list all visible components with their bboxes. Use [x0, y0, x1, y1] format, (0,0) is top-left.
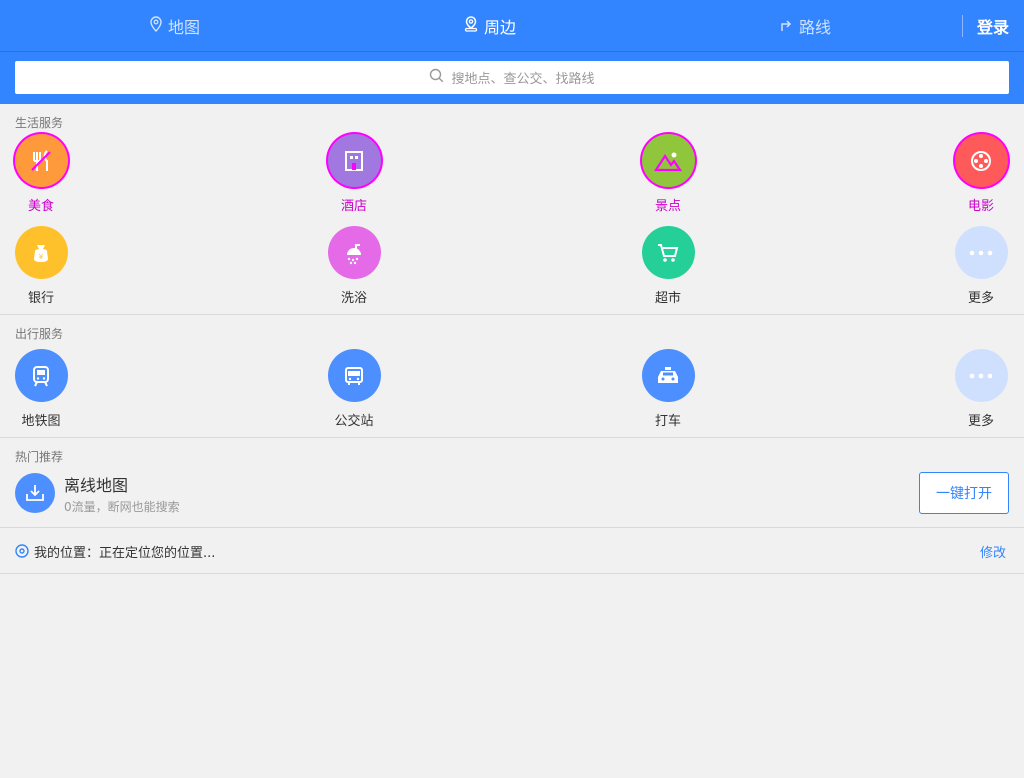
- service-shower-label: 洗浴: [340, 291, 367, 306]
- service-supermarket[interactable]: 超市: [628, 226, 708, 306]
- travel-subway[interactable]: 地铁图: [1, 349, 81, 429]
- tab-route-label: 路线: [798, 18, 831, 37]
- service-bank-label: 银行: [27, 291, 54, 306]
- bus-icon: [327, 349, 381, 402]
- edit-location-link[interactable]: 修改: [980, 542, 1006, 561]
- my-location-icon: [15, 543, 29, 562]
- route-arrow-icon: [779, 16, 799, 36]
- service-bank[interactable]: ¥ 银行: [1, 226, 81, 306]
- my-location-status: 正在定位您的位置...: [99, 546, 216, 561]
- service-hotel[interactable]: 酒店: [314, 134, 394, 214]
- location-pin-icon: [150, 16, 168, 36]
- service-movie-label: 电影: [967, 199, 994, 214]
- travel-subway-label: 地铁图: [21, 414, 61, 429]
- top-header: 地图 周边 路线 登录 搜地点、查公交、找路线: [0, 0, 1024, 104]
- tab-map[interactable]: 地图: [100, 0, 250, 52]
- open-offline-map-button[interactable]: 一键打开: [919, 472, 1009, 514]
- hot-title: 热门推荐: [15, 450, 64, 464]
- nearby-pin-icon: [464, 16, 484, 36]
- header-divider: [962, 15, 963, 37]
- section-divider: [0, 527, 1024, 528]
- tab-around[interactable]: 周边: [415, 0, 565, 52]
- life-services-title: 生活服务: [15, 116, 64, 130]
- food-icon: [14, 134, 68, 187]
- section-divider: [0, 573, 1024, 574]
- my-location-prefix: 我的位置：: [34, 546, 100, 561]
- service-more[interactable]: 更多: [941, 226, 1021, 306]
- service-food-label: 美食: [27, 199, 54, 214]
- service-movie[interactable]: 电影: [941, 134, 1021, 214]
- more-icon: [954, 226, 1008, 279]
- offline-map-title[interactable]: 离线地图: [64, 472, 128, 496]
- travel-more-label: 更多: [967, 414, 994, 429]
- search-input[interactable]: 搜地点、查公交、找路线: [15, 61, 1009, 94]
- hotel-icon: [327, 134, 381, 187]
- service-scenery-label: 景点: [654, 199, 681, 214]
- taxi-icon: [641, 349, 695, 402]
- my-location-text: 我的位置：正在定位您的位置...: [34, 542, 215, 561]
- movie-icon: [954, 134, 1008, 187]
- service-scenery[interactable]: 景点: [628, 134, 708, 214]
- shower-icon: [327, 226, 381, 279]
- travel-taxi[interactable]: 打车: [628, 349, 708, 429]
- cart-icon: [641, 226, 695, 279]
- travel-taxi-label: 打车: [654, 414, 681, 429]
- svg-text:¥: ¥: [39, 253, 44, 261]
- login-button[interactable]: 登录: [968, 0, 1018, 52]
- service-hotel-label: 酒店: [340, 199, 367, 214]
- offline-map-icon: [15, 473, 55, 513]
- section-divider: [0, 314, 1024, 315]
- subway-icon: [14, 349, 68, 402]
- bank-icon: ¥: [14, 226, 68, 279]
- service-supermarket-label: 超市: [654, 291, 681, 306]
- search-icon: [429, 68, 451, 87]
- tab-around-label: 周边: [483, 18, 516, 37]
- service-shower[interactable]: 洗浴: [314, 226, 394, 306]
- tab-map-label: 地图: [167, 18, 200, 37]
- travel-more[interactable]: 更多: [941, 349, 1021, 429]
- travel-bus-label: 公交站: [334, 414, 374, 429]
- nav-tabs: 地图 周边 路线 登录: [0, 0, 1024, 52]
- section-divider: [0, 437, 1024, 438]
- tab-route[interactable]: 路线: [730, 0, 880, 52]
- search-placeholder: 搜地点、查公交、找路线: [451, 72, 595, 87]
- service-food[interactable]: 美食: [1, 134, 81, 214]
- scenery-icon: [641, 134, 695, 187]
- more-icon: [954, 349, 1008, 402]
- travel-bus[interactable]: 公交站: [314, 349, 394, 429]
- offline-map-subtitle: 0流量，断网也能搜索: [64, 500, 180, 514]
- travel-services-title: 出行服务: [15, 327, 64, 341]
- service-more-label: 更多: [967, 291, 994, 306]
